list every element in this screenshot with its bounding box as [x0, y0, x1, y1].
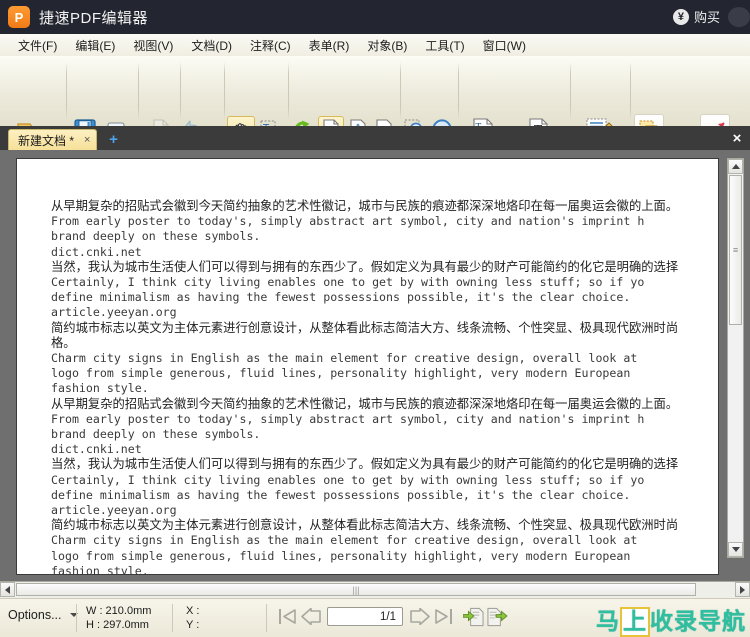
menu-form[interactable]: 表单(R) — [303, 35, 356, 56]
vertical-scrollbar[interactable]: ≡ — [727, 158, 744, 558]
scroll-right-button[interactable] — [735, 582, 750, 597]
tab-new-document[interactable]: 新建文档 * × — [8, 129, 98, 150]
app-logo-icon: P — [8, 6, 30, 28]
horizontal-scrollbar-thumb[interactable]: ||| — [16, 583, 696, 596]
page-number-input[interactable]: 1/1 — [327, 607, 403, 626]
document-line: logo from simple generous, fluid lines, … — [51, 366, 631, 381]
document-line: dict.cnki.net — [51, 442, 142, 457]
document-line: define minimalism as having the fewest p… — [51, 487, 631, 502]
tab-close-icon[interactable]: × — [84, 134, 90, 146]
tab-label: 新建文档 * — [18, 133, 75, 148]
cursor-x-label: X : — [186, 605, 200, 617]
document-line: 从早期复杂的招贴式会徽到今天简约抽象的艺术性徽记，城市与民族的痕迹都深深地烙印在… — [51, 199, 679, 213]
app-logo-glyph: P — [14, 9, 24, 25]
first-page-button[interactable] — [276, 606, 297, 627]
scroll-down-button[interactable] — [728, 542, 743, 557]
document-view[interactable]: 从早期复杂的招贴式会徽到今天简约抽象的艺术性徽记，城市与民族的痕迹都深深地烙印在… — [0, 150, 750, 598]
previous-view-button[interactable] — [463, 606, 484, 627]
status-bar: Options... W : 210.0mm H : 297.0mm X: Y… — [0, 598, 750, 637]
watermark-part2: 上 — [620, 607, 650, 637]
page-width-label: W : 210.0mm — [86, 605, 152, 617]
document-line: article.yeeyan.org — [51, 305, 177, 320]
document-line: Certainly, I think city living enables o… — [51, 472, 645, 487]
last-page-button[interactable] — [433, 606, 454, 627]
cursor-coordinates: X : Y : — [186, 604, 199, 632]
menu-edit[interactable]: 编辑(E) — [69, 35, 121, 56]
buy-label: 购买 — [693, 10, 720, 25]
menu-window[interactable]: 窗口(W) — [477, 35, 532, 56]
page-navigation: 1/1 — [276, 606, 508, 627]
scroll-left-button[interactable] — [0, 582, 15, 597]
title-bar: P 捷速PDF编辑器 ¥ 购买 — [0, 0, 750, 34]
menu-document[interactable]: 文档(D) — [185, 35, 238, 56]
new-tab-button[interactable]: + — [103, 129, 123, 150]
document-line: define minimalism as having the fewest p… — [51, 290, 631, 305]
document-line: 当然，我认为城市生活使人们可以得到与拥有的东西少了。假如定义为具有最少的财产可能… — [51, 259, 679, 274]
site-watermark: 马上收录导航 — [596, 602, 746, 637]
horizontal-scrollbar[interactable]: ||| — [0, 581, 750, 598]
buy-button[interactable]: ¥ 购买 — [672, 7, 720, 26]
main-toolbar: 打开(O)... — [0, 56, 750, 176]
document-line: logo from simple generous, fluid lines, … — [51, 548, 631, 563]
document-line: brand deeply on these symbols. — [51, 229, 261, 244]
menu-tools[interactable]: 工具(T) — [419, 35, 470, 56]
document-line: brand deeply on these symbols. — [51, 427, 261, 442]
page-dimensions: W : 210.0mm H : 297.0mm — [86, 604, 151, 632]
document-line: 格。 — [51, 335, 76, 350]
document-line: article.yeeyan.org — [51, 503, 177, 518]
document-line: 从早期复杂的招贴式会徽到今天简约抽象的艺术性徽记，城市与民族的痕迹都深深地烙印在… — [51, 396, 679, 411]
document-tab-bar: 新建文档 * × + × — [0, 126, 750, 150]
menu-bar: 文件(F) 编辑(E) 视图(V) 文档(D) 注释(C) 表单(R) 对象(B… — [0, 34, 750, 57]
document-line: fashion style. — [51, 381, 149, 396]
menu-object[interactable]: 对象(B) — [361, 35, 413, 56]
document-line: 简约城市标志以英文为主体元素进行创意设计，从整体看此标志简洁大方、线条流畅、个性… — [51, 518, 679, 533]
pdf-page[interactable]: 从早期复杂的招贴式会徽到今天简约抽象的艺术性徽记，城市与民族的痕迹都深深地烙印在… — [16, 158, 719, 575]
document-line: From early poster to today's, simply abs… — [51, 411, 645, 426]
document-line: From early poster to today's, simply abs… — [51, 214, 645, 229]
page-height-label: H : 297.0mm — [86, 619, 149, 631]
menu-view[interactable]: 视图(V) — [127, 35, 179, 56]
next-view-button[interactable] — [487, 606, 508, 627]
document-line: Certainly, I think city living enables o… — [51, 275, 645, 290]
document-line: 简约城市标志以英文为主体元素进行创意设计，从整体看此标志简洁大方、线条流畅、个性… — [51, 320, 679, 335]
document-line: dict.cnki.net — [51, 244, 142, 259]
document-line: Charm city signs in English as the main … — [51, 351, 638, 366]
watermark-part3: 收录导航 — [650, 609, 746, 635]
previous-page-button[interactable] — [300, 606, 321, 627]
page-number-value: 1/1 — [380, 610, 396, 623]
document-line: Charm city signs in English as the main … — [51, 533, 638, 548]
app-title: 捷速PDF编辑器 — [39, 9, 149, 27]
next-page-button[interactable] — [409, 606, 430, 627]
vertical-scrollbar-thumb[interactable]: ≡ — [729, 175, 742, 325]
scroll-up-button[interactable] — [728, 159, 743, 174]
window-controls[interactable] — [728, 7, 750, 27]
document-line: 当然，我认为城市生活使人们可以得到与拥有的东西少了。假如定义为具有最少的财产可能… — [51, 457, 679, 472]
menu-file[interactable]: 文件(F) — [12, 35, 63, 56]
options-dropdown[interactable]: Options... — [8, 608, 78, 622]
page-text-content: 从早期复杂的招贴式会徽到今天简约抽象的艺术性徽记，城市与民族的痕迹都深深地烙印在… — [51, 199, 718, 575]
pdf-editor-window: P 捷速PDF编辑器 ¥ 购买 文件(F) 编辑(E) 视图(V) 文档(D) … — [0, 0, 750, 637]
options-label: Options... — [8, 608, 62, 622]
watermark-part1: 马 — [596, 609, 620, 635]
close-document-icon[interactable]: × — [728, 129, 746, 147]
yen-icon: ¥ — [672, 8, 689, 25]
document-line: fashion style. — [51, 563, 149, 575]
cursor-y-label: Y : — [186, 619, 200, 631]
menu-comment[interactable]: 注释(C) — [244, 35, 297, 56]
